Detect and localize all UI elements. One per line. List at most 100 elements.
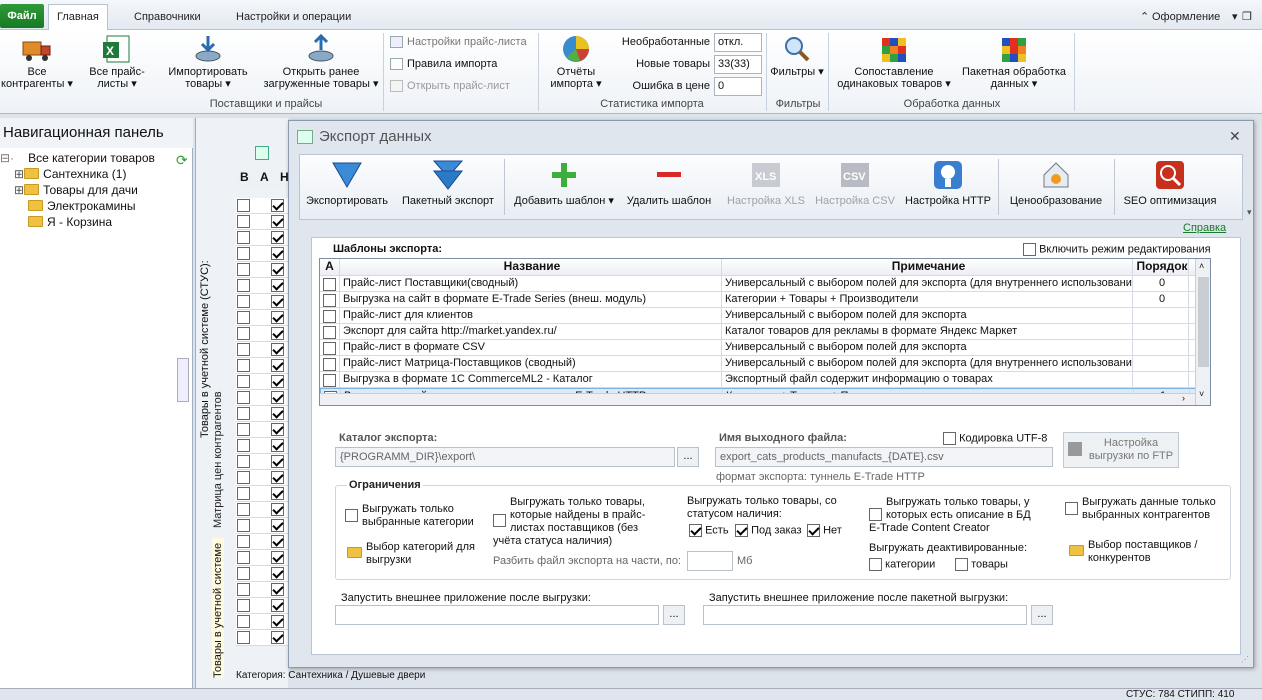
bg-row-checkbox-b[interactable] (237, 471, 250, 484)
vertical-tab-goods[interactable]: Товары в учетной системе (212, 538, 224, 678)
grid-tool-icon[interactable] (255, 146, 269, 160)
batch-export-button[interactable]: Пакетный экспорт (396, 159, 500, 208)
vertical-tab-matrix[interactable]: Матрица цен контрагентов (212, 388, 224, 528)
bg-row-checkbox-b[interactable] (237, 263, 250, 276)
template-row-checkbox[interactable] (323, 373, 336, 387)
tab-settings-operations[interactable]: Настройки и операции (228, 5, 359, 30)
bg-row-checkbox-a[interactable] (271, 455, 284, 468)
template-row-select[interactable] (320, 340, 340, 356)
bg-row-checkbox-a[interactable] (271, 343, 284, 356)
bg-grid-row[interactable] (236, 518, 318, 534)
bg-row-checkbox-a[interactable] (271, 311, 284, 324)
bg-row-checkbox-b[interactable] (237, 487, 250, 500)
avail-no-checkbox[interactable] (807, 524, 820, 537)
template-row-checkbox[interactable] (323, 357, 336, 371)
bg-row-checkbox-a[interactable] (271, 279, 284, 292)
bg-row-checkbox-a[interactable] (271, 615, 284, 628)
run-after-browse-button[interactable]: ... (663, 605, 685, 625)
bg-row-checkbox-b[interactable] (237, 199, 250, 212)
pick-suppliers-button[interactable]: Выбор поставщиков / конкурентов (1069, 539, 1215, 565)
with-description-checkbox[interactable] (869, 508, 882, 521)
col-header-name[interactable]: Название (340, 259, 722, 276)
bg-row-checkbox-b[interactable] (237, 503, 250, 516)
open-pricelist-item[interactable]: Открыть прайс-лист (390, 77, 510, 95)
restore-icon[interactable]: ❐ (1234, 5, 1260, 30)
bg-row-checkbox-a[interactable] (271, 327, 284, 340)
bg-row-checkbox-a[interactable] (271, 423, 284, 436)
bg-grid-row[interactable] (236, 566, 318, 582)
bg-row-checkbox-b[interactable] (237, 359, 250, 372)
tree-item-cart[interactable]: Я - Корзина (28, 214, 112, 230)
csv-settings-button[interactable]: CSV Настройка CSV (812, 159, 898, 208)
bg-row-checkbox-b[interactable] (237, 327, 250, 340)
bg-grid-row[interactable] (236, 454, 318, 470)
bg-grid-row[interactable] (236, 294, 318, 310)
found-in-pricelists-toggle[interactable]: Выгружать только товары, которые найдены… (493, 496, 663, 548)
bg-grid-row[interactable] (236, 198, 318, 214)
bg-grid-row[interactable] (236, 438, 318, 454)
template-row[interactable]: Выгрузка в формате 1С CommerceML2 - Ката… (320, 372, 1210, 388)
avail-no-toggle[interactable]: Нет (807, 524, 842, 537)
bg-row-checkbox-b[interactable] (237, 519, 250, 532)
bg-grid-row[interactable] (236, 358, 318, 374)
bg-row-checkbox-a[interactable] (271, 295, 284, 308)
template-row[interactable]: Прайс-лист в формате CSV Универсальный с … (320, 340, 1210, 356)
catalog-browse-button[interactable]: ... (677, 447, 699, 467)
import-reports-button[interactable]: Отчёты импорта ▾ (542, 34, 610, 90)
bg-grid-row[interactable] (236, 598, 318, 614)
bg-grid-row[interactable] (236, 614, 318, 630)
tree-expander-icon[interactable]: ⊞ (14, 183, 24, 197)
bg-row-checkbox-a[interactable] (271, 599, 284, 612)
pricing-button[interactable]: Ценообразование (1002, 159, 1110, 208)
bg-row-checkbox-b[interactable] (237, 455, 250, 468)
refresh-icon[interactable]: ⟳ (176, 152, 188, 169)
deactivated-categories-toggle[interactable]: категории (869, 558, 935, 571)
bg-grid-row[interactable] (236, 390, 318, 406)
bg-grid-row[interactable] (236, 486, 318, 502)
tree-item-plumbing[interactable]: ⊞ Сантехника (1) (14, 166, 126, 182)
tab-main[interactable]: Главная (48, 4, 108, 31)
tree-root[interactable]: ⊟· Все категории товаров (0, 150, 155, 166)
template-row[interactable]: Экспорт для сайта http://market.yandex.r… (320, 324, 1210, 340)
bg-row-checkbox-b[interactable] (237, 279, 250, 292)
only-contractors-checkbox[interactable] (1065, 502, 1078, 515)
remove-template-button[interactable]: Удалить шаблон (622, 159, 716, 208)
split-size-input[interactable] (687, 551, 733, 571)
bg-row-checkbox-b[interactable] (237, 615, 250, 628)
import-goods-button[interactable]: Импортировать товары ▾ (160, 34, 256, 90)
col-header-order[interactable]: Порядок (1133, 259, 1189, 276)
bg-grid-row[interactable] (236, 502, 318, 518)
template-row[interactable]: Выгрузка на сайт в формате E-Trade Serie… (320, 292, 1210, 308)
template-row[interactable]: Прайс-лист для клиентов Универсальный с в… (320, 308, 1210, 324)
bg-grid-row[interactable] (236, 342, 318, 358)
bg-row-checkbox-a[interactable] (271, 583, 284, 596)
bg-row-checkbox-b[interactable] (237, 535, 250, 548)
open-loaded-button[interactable]: Открыть ранее загруженные товары ▾ (262, 34, 380, 90)
tree-item-fireplaces[interactable]: Электрокамины (28, 198, 136, 214)
grid-vertical-scrollbar[interactable]: ˄ ˅ (1195, 259, 1210, 405)
deactivated-categories-checkbox[interactable] (869, 558, 882, 571)
template-row-select[interactable] (320, 276, 340, 292)
bg-grid-row[interactable] (236, 534, 318, 550)
utf8-toggle[interactable]: Кодировка UTF-8 (943, 432, 1047, 445)
bg-grid-row[interactable] (236, 374, 318, 390)
col-header-a[interactable]: А (320, 259, 340, 276)
filters-button[interactable]: Фильтры ▾ (770, 34, 824, 78)
contractors-button[interactable]: Все контрагенты ▾ (0, 34, 74, 90)
bg-grid-row[interactable] (236, 422, 318, 438)
bg-row-checkbox-a[interactable] (271, 359, 284, 372)
bg-row-checkbox-a[interactable] (271, 375, 284, 388)
add-template-button[interactable]: Добавить шаблон ▾ (510, 159, 618, 208)
only-categories-toggle[interactable]: Выгружать только выбранные категории (345, 503, 485, 529)
bg-row-checkbox-a[interactable] (271, 263, 284, 276)
theme-menu[interactable]: Оформление (1144, 5, 1228, 30)
bg-grid-row[interactable] (236, 470, 318, 486)
edit-mode-checkbox[interactable] (1023, 243, 1036, 256)
bg-grid-row[interactable] (236, 246, 318, 262)
scroll-down-icon[interactable]: ˅ (1199, 389, 1204, 399)
avail-yes-checkbox[interactable] (689, 524, 702, 537)
bg-grid-row[interactable] (236, 582, 318, 598)
bg-row-checkbox-a[interactable] (271, 215, 284, 228)
scroll-right-icon[interactable]: › (1182, 393, 1185, 403)
run-after-batch-input[interactable] (703, 605, 1027, 625)
